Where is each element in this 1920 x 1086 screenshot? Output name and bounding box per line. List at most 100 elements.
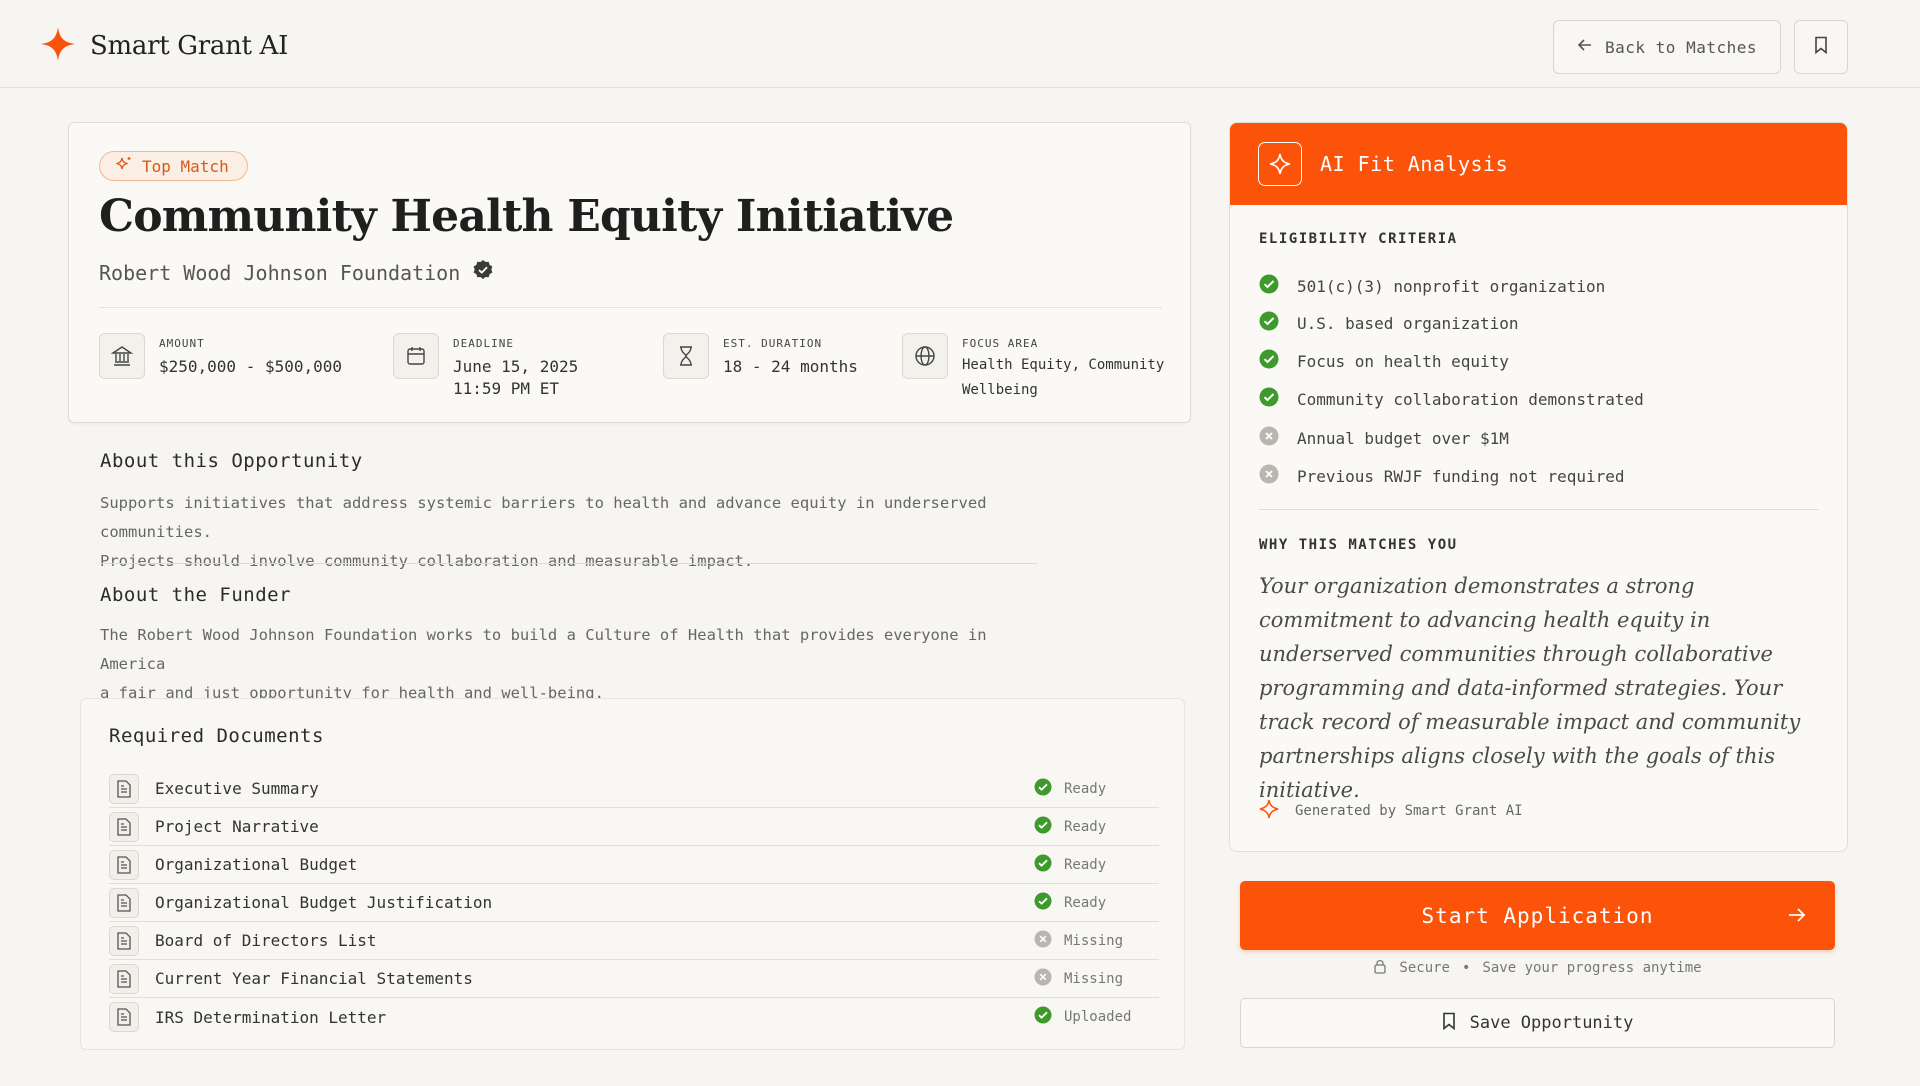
focus-value-line1: Health Equity, Community xyxy=(962,357,1165,373)
document-status: Ready xyxy=(1034,892,1159,914)
bookmark-icon xyxy=(1813,36,1829,58)
save-opportunity-button[interactable]: Save Opportunity xyxy=(1240,998,1835,1048)
x-circle-icon xyxy=(1259,464,1279,488)
check-circle-icon xyxy=(1259,274,1279,298)
focus-value-line2: Wellbeing xyxy=(962,382,1038,398)
deadline-time: 11:59 PM ET xyxy=(453,379,559,398)
arrow-right-icon xyxy=(1787,905,1807,929)
sparkle-small-icon xyxy=(1259,799,1279,823)
document-status-label: Ready xyxy=(1064,780,1107,797)
why-matches-text: Your organization demonstrates a strong … xyxy=(1259,574,1801,802)
document-status: Ready xyxy=(1034,816,1159,838)
check-circle-icon xyxy=(1034,1006,1052,1028)
meta-duration: EST. DURATION 18 - 24 months xyxy=(663,333,858,379)
secure-note-text: Save your progress anytime xyxy=(1482,960,1702,976)
criteria-item: U.S. based organization xyxy=(1259,311,1519,335)
duration-value: 18 - 24 months xyxy=(723,357,858,376)
criteria-text: Focus on health equity xyxy=(1297,351,1509,371)
required-documents-title: Required Documents xyxy=(109,725,324,747)
duration-label: EST. DURATION xyxy=(723,337,823,350)
document-row[interactable]: Board of Directors List Missing xyxy=(109,922,1159,960)
document-name: Organizational Budget xyxy=(155,855,358,874)
back-to-matches-button[interactable]: Back to Matches xyxy=(1553,20,1781,74)
back-label: Back to Matches xyxy=(1605,37,1757,57)
grant-summary-card: Top Match Community Health Equity Initia… xyxy=(68,122,1191,423)
grant-title: Community Health Equity Initiative xyxy=(99,191,954,242)
check-circle-icon xyxy=(1259,387,1279,411)
document-row[interactable]: Current Year Financial Statements Missing xyxy=(109,960,1159,998)
sparkle-logo-icon xyxy=(40,26,76,66)
check-circle-icon xyxy=(1259,349,1279,373)
check-circle-icon xyxy=(1034,892,1052,914)
document-icon xyxy=(109,1002,139,1032)
criteria-text: Annual budget over $1M xyxy=(1297,428,1509,448)
document-status: Missing xyxy=(1034,968,1159,990)
check-circle-icon xyxy=(1034,816,1052,838)
criteria-text: Community collaboration demonstrated xyxy=(1297,389,1644,409)
document-row[interactable]: Organizational Budget Justification Ready xyxy=(109,884,1159,922)
funder-name[interactable]: Robert Wood Johnson Foundation xyxy=(99,261,460,285)
card-divider xyxy=(99,307,1162,308)
criteria-item: 501(c)(3) nonprofit organization xyxy=(1259,274,1605,298)
document-row[interactable]: Project Narrative Ready xyxy=(109,808,1159,846)
badge-label: Top Match xyxy=(142,156,229,176)
document-row[interactable]: Executive Summary Ready xyxy=(109,770,1159,808)
why-matches-title: WHY THIS MATCHES YOU xyxy=(1259,537,1458,553)
document-name: IRS Determination Letter xyxy=(155,1007,387,1027)
calendar-icon xyxy=(393,333,439,379)
check-circle-icon xyxy=(1259,311,1279,335)
document-status-label: Ready xyxy=(1064,894,1107,911)
document-status-label: Ready xyxy=(1064,856,1107,873)
funder-line: Robert Wood Johnson Foundation xyxy=(99,259,494,286)
ai-panel-title: AI Fit Analysis xyxy=(1320,152,1509,176)
verified-icon xyxy=(472,259,494,286)
meta-focus-area: FOCUS AREA Health Equity, Community Well… xyxy=(902,333,1164,403)
meta-amount: AMOUNT $250,000 - $500,000 xyxy=(99,333,342,379)
criteria-item: Community collaboration demonstrated xyxy=(1259,387,1644,411)
document-icon xyxy=(109,925,139,956)
document-status: Missing xyxy=(1034,930,1159,952)
document-icon xyxy=(109,963,139,994)
start-application-button[interactable]: Start Application xyxy=(1240,881,1835,950)
globe-icon xyxy=(902,333,948,379)
x-circle-icon xyxy=(1259,426,1279,450)
eligibility-criteria-title: ELIGIBILITY CRITERIA xyxy=(1259,231,1458,247)
about-opportunity-title: About this Opportunity xyxy=(100,450,363,472)
app-header: Smart Grant AI Back to Matches xyxy=(0,0,1920,88)
sparkle-icon xyxy=(1258,142,1302,186)
brand-name: Smart Grant AI xyxy=(90,31,289,61)
lock-icon xyxy=(1373,958,1387,978)
required-documents-card: Required Documents Executive Summary Read… xyxy=(80,698,1185,1050)
document-status-label: Missing xyxy=(1064,932,1124,949)
document-status-label: Missing xyxy=(1064,970,1124,987)
top-match-badge: Top Match xyxy=(99,151,248,181)
bookmark-button[interactable] xyxy=(1794,20,1848,74)
document-status: Ready xyxy=(1034,854,1159,876)
document-icon xyxy=(109,849,139,880)
deadline-label: DEADLINE xyxy=(453,337,514,350)
about-funder-title: About the Funder xyxy=(100,584,292,606)
deadline-date: June 15, 2025 xyxy=(453,357,579,376)
brand[interactable]: Smart Grant AI xyxy=(40,26,288,66)
secure-label: Secure xyxy=(1399,960,1450,976)
sparkles-icon xyxy=(116,156,132,176)
hourglass-icon xyxy=(663,333,709,379)
start-application-label: Start Application xyxy=(1421,903,1654,928)
document-status: Uploaded xyxy=(1034,1006,1159,1028)
check-circle-icon xyxy=(1034,778,1052,800)
ai-fit-analysis-panel: AI Fit Analysis ELIGIBILITY CRITERIA 501… xyxy=(1229,122,1848,852)
about-funder-body: The Robert Wood Johnson Foundation works… xyxy=(100,621,1040,708)
x-circle-icon xyxy=(1034,930,1052,952)
amount-label: AMOUNT xyxy=(159,337,205,350)
check-circle-icon xyxy=(1034,854,1052,876)
save-opportunity-label: Save Opportunity xyxy=(1469,1013,1634,1033)
about-funder-line1: The Robert Wood Johnson Foundation works… xyxy=(100,626,987,673)
document-row[interactable]: IRS Determination Letter Uploaded xyxy=(109,998,1159,1036)
ai-panel-header: AI Fit Analysis xyxy=(1230,123,1847,205)
criteria-item: Previous RWJF funding not required xyxy=(1259,464,1625,488)
section-divider xyxy=(100,563,1037,564)
document-name: Project Narrative xyxy=(155,817,319,836)
secure-note: Secure • Save your progress anytime xyxy=(1240,958,1835,978)
arrow-left-icon xyxy=(1577,37,1593,57)
document-row[interactable]: Organizational Budget Ready xyxy=(109,846,1159,884)
